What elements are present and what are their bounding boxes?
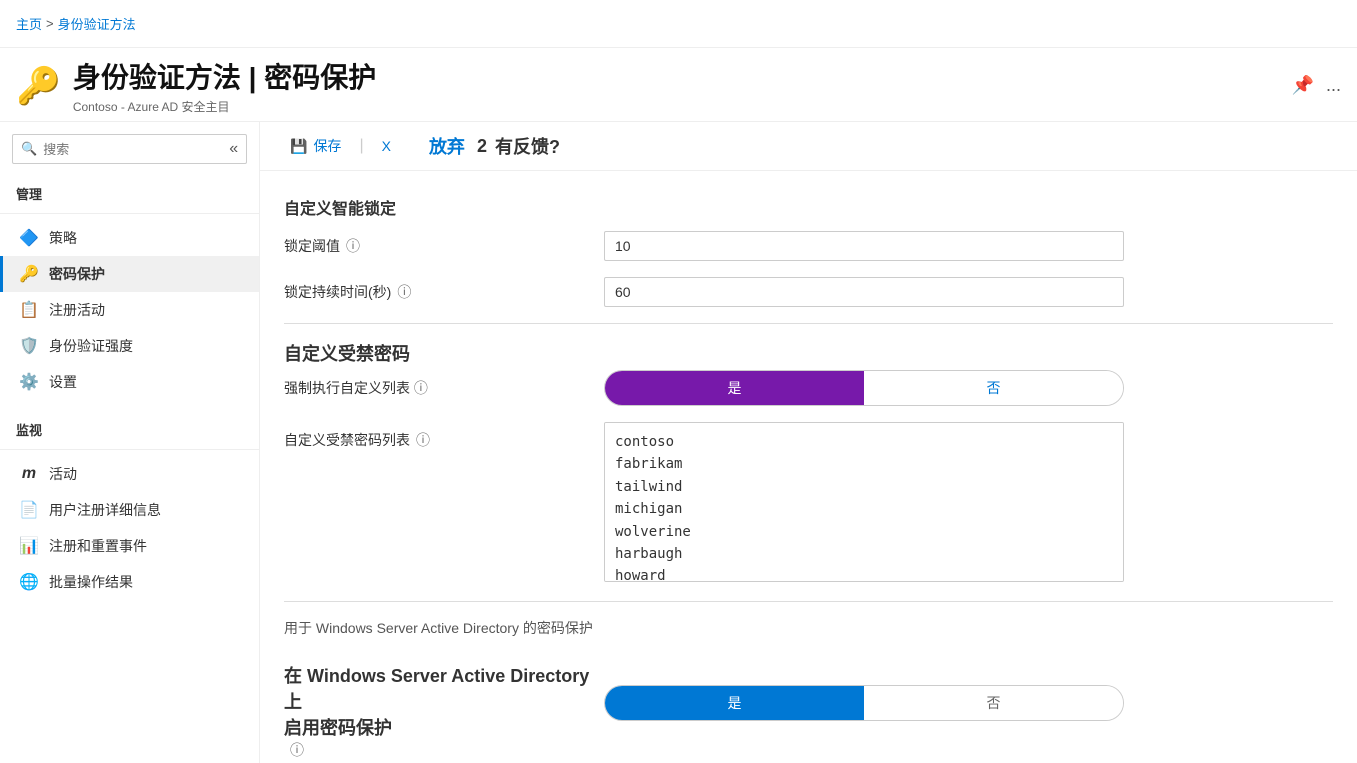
banned-list-textarea-container: contoso fabrikam tailwind michigan wolve… xyxy=(604,422,1124,585)
registration-activity-icon: 📋 xyxy=(19,300,39,320)
windows-section-label: 用于 Windows Server Active Directory 的密码保护 xyxy=(284,618,1333,638)
main-layout: 🔍 « 管理 🔷 策略 🔑 密码保护 📋 注册活动 🛡️ 身份验证强度 ⚙️ 设… xyxy=(0,122,1357,763)
sidebar-item-activity-label: 活动 xyxy=(49,464,77,484)
sidebar-item-settings[interactable]: ⚙️ 设置 xyxy=(0,364,259,400)
sidebar-item-user-registration[interactable]: 📄 用户注册详细信息 xyxy=(0,492,259,528)
sidebar-item-registration-activity-label: 注册活动 xyxy=(49,300,105,320)
lockout-threshold-input-container xyxy=(604,231,1124,261)
cancel-button[interactable]: X xyxy=(376,134,397,158)
page-header-actions: 📌 ... xyxy=(1292,75,1341,96)
lockout-threshold-info-icon[interactable]: ⓘ xyxy=(346,236,360,256)
sidebar-item-bulk-ops-label: 批量操作结果 xyxy=(49,572,133,592)
sidebar-item-settings-label: 设置 xyxy=(49,372,77,392)
sidebar: 🔍 « 管理 🔷 策略 🔑 密码保护 📋 注册活动 🛡️ 身份验证强度 ⚙️ 设… xyxy=(0,122,260,763)
page-title: 身份验证方法 | 密码保护 xyxy=(73,56,376,96)
breadcrumb-sep: > xyxy=(46,16,54,31)
page-subtitle: Contoso - Azure AD 安全主目 xyxy=(73,98,376,115)
enable-windows-yes-option[interactable]: 是 xyxy=(605,685,864,721)
lockout-duration-input[interactable] xyxy=(604,277,1124,307)
save-label: 保存 xyxy=(313,136,341,156)
save-icon: 💾 xyxy=(290,138,307,155)
lockout-duration-info-icon[interactable]: ⓘ xyxy=(397,282,411,302)
key-icon: 🔑 xyxy=(16,65,61,107)
user-registration-icon: 📄 xyxy=(19,500,39,520)
feedback-number: 2 xyxy=(477,136,487,157)
enable-windows-info-icon[interactable]: ⓘ xyxy=(290,742,304,758)
pin-icon[interactable]: 📌 xyxy=(1292,75,1314,96)
enable-windows-toggle[interactable]: 是 否 xyxy=(604,685,1124,721)
lockout-duration-row: 锁定持续时间(秒) ⓘ xyxy=(284,277,1333,307)
sidebar-item-auth-strength-label: 身份验证强度 xyxy=(49,336,133,356)
more-actions-icon[interactable]: ... xyxy=(1326,75,1341,96)
breadcrumb-current[interactable]: 身份验证方法 xyxy=(58,14,136,33)
sidebar-item-policy[interactable]: 🔷 策略 xyxy=(0,220,259,256)
password-protection-icon: 🔑 xyxy=(19,264,39,284)
enable-windows-label-container: 在 Windows Server Active Directory 上启用密码保… xyxy=(284,646,604,760)
banned-list-row: 自定义受禁密码列表 ⓘ contoso fabrikam tailwind mi… xyxy=(284,422,1333,585)
manage-divider xyxy=(0,213,259,214)
enforce-no-option[interactable]: 否 xyxy=(864,370,1123,406)
bulk-ops-icon: 🌐 xyxy=(19,572,39,592)
toolbar-separator: | xyxy=(359,137,363,155)
page-header: 🔑 身份验证方法 | 密码保护 Contoso - Azure AD 安全主目 … xyxy=(0,48,1357,122)
manage-section-label: 管理 xyxy=(0,176,259,207)
content-area: 💾 保存 | X 放弃 2 有反馈? 自定义智能锁定 锁定阈值 ⓘ xyxy=(260,122,1357,763)
lockout-threshold-row: 锁定阈值 ⓘ xyxy=(284,231,1333,261)
lockout-duration-input-container xyxy=(604,277,1124,307)
enable-windows-row: 在 Windows Server Active Directory 上启用密码保… xyxy=(284,646,1333,760)
lockout-threshold-label: 锁定阈值 ⓘ xyxy=(284,236,604,256)
sidebar-item-password-protection-label: 密码保护 xyxy=(49,264,105,284)
enforce-list-toggle-container: 是 否 xyxy=(604,370,1124,406)
sidebar-item-password-protection[interactable]: 🔑 密码保护 xyxy=(0,256,259,292)
policy-icon: 🔷 xyxy=(19,228,39,248)
collapse-button[interactable]: « xyxy=(225,140,242,158)
sidebar-item-registration-events-label: 注册和重置事件 xyxy=(49,536,147,556)
registration-events-icon: 📊 xyxy=(19,536,39,556)
toolbar: 💾 保存 | X 放弃 2 有反馈? xyxy=(260,122,1357,171)
enable-windows-toggle-container: 是 否 xyxy=(604,685,1124,721)
banned-list-textarea[interactable]: contoso fabrikam tailwind michigan wolve… xyxy=(604,422,1124,582)
enable-windows-no-option[interactable]: 否 xyxy=(864,685,1123,721)
sidebar-item-user-registration-label: 用户注册详细信息 xyxy=(49,500,161,520)
enable-windows-label: 在 Windows Server Active Directory 上启用密码保… xyxy=(284,646,604,760)
lockout-duration-label: 锁定持续时间(秒) ⓘ xyxy=(284,282,604,302)
custom-banned-title: 自定义受禁密码 xyxy=(284,340,1333,366)
auth-strength-icon: 🛡️ xyxy=(19,336,39,356)
sidebar-item-bulk-ops[interactable]: 🌐 批量操作结果 xyxy=(0,564,259,600)
enforce-list-info-icon[interactable]: ⓘ xyxy=(414,380,428,396)
enforce-list-label-container: 强制执行自定义列表 ⓘ xyxy=(284,378,604,398)
search-icon: 🔍 xyxy=(21,141,37,157)
settings-icon: ⚙️ xyxy=(19,372,39,392)
enforce-list-toggle[interactable]: 是 否 xyxy=(604,370,1124,406)
cancel-label: X xyxy=(382,138,391,154)
sidebar-item-activity[interactable]: m 活动 xyxy=(0,456,259,492)
search-input[interactable] xyxy=(43,142,219,157)
banned-list-label-container: 自定义受禁密码列表 ⓘ xyxy=(284,422,604,450)
sidebar-item-registration-activity[interactable]: 📋 注册活动 xyxy=(0,292,259,328)
section-divider-2 xyxy=(284,601,1333,602)
feedback-text[interactable]: 有反馈? xyxy=(495,133,560,159)
sidebar-item-policy-label: 策略 xyxy=(49,228,77,248)
smart-lockout-title: 自定义智能锁定 xyxy=(284,195,1333,219)
discard-button[interactable]: 放弃 xyxy=(429,133,465,159)
breadcrumb-home[interactable]: 主页 xyxy=(16,14,42,33)
enforce-list-row: 强制执行自定义列表 ⓘ 是 否 xyxy=(284,370,1333,406)
monitor-divider xyxy=(0,449,259,450)
search-box[interactable]: 🔍 « xyxy=(12,134,247,164)
top-bar: 主页 > 身份验证方法 xyxy=(0,0,1357,48)
enforce-list-label: 强制执行自定义列表 ⓘ xyxy=(284,378,428,398)
section-divider-1 xyxy=(284,323,1333,324)
sidebar-item-auth-strength[interactable]: 🛡️ 身份验证强度 xyxy=(0,328,259,364)
monitor-section-label: 监视 xyxy=(0,412,259,443)
sidebar-item-registration-events[interactable]: 📊 注册和重置事件 xyxy=(0,528,259,564)
breadcrumb: 主页 > 身份验证方法 xyxy=(16,14,136,33)
enforce-yes-option[interactable]: 是 xyxy=(605,370,864,406)
form-content: 自定义智能锁定 锁定阈值 ⓘ 锁定持续时间(秒) ⓘ xyxy=(260,171,1357,763)
lockout-threshold-input[interactable] xyxy=(604,231,1124,261)
activity-icon: m xyxy=(19,465,39,483)
save-button[interactable]: 💾 保存 xyxy=(284,132,347,160)
banned-list-info-icon[interactable]: ⓘ xyxy=(416,430,430,450)
